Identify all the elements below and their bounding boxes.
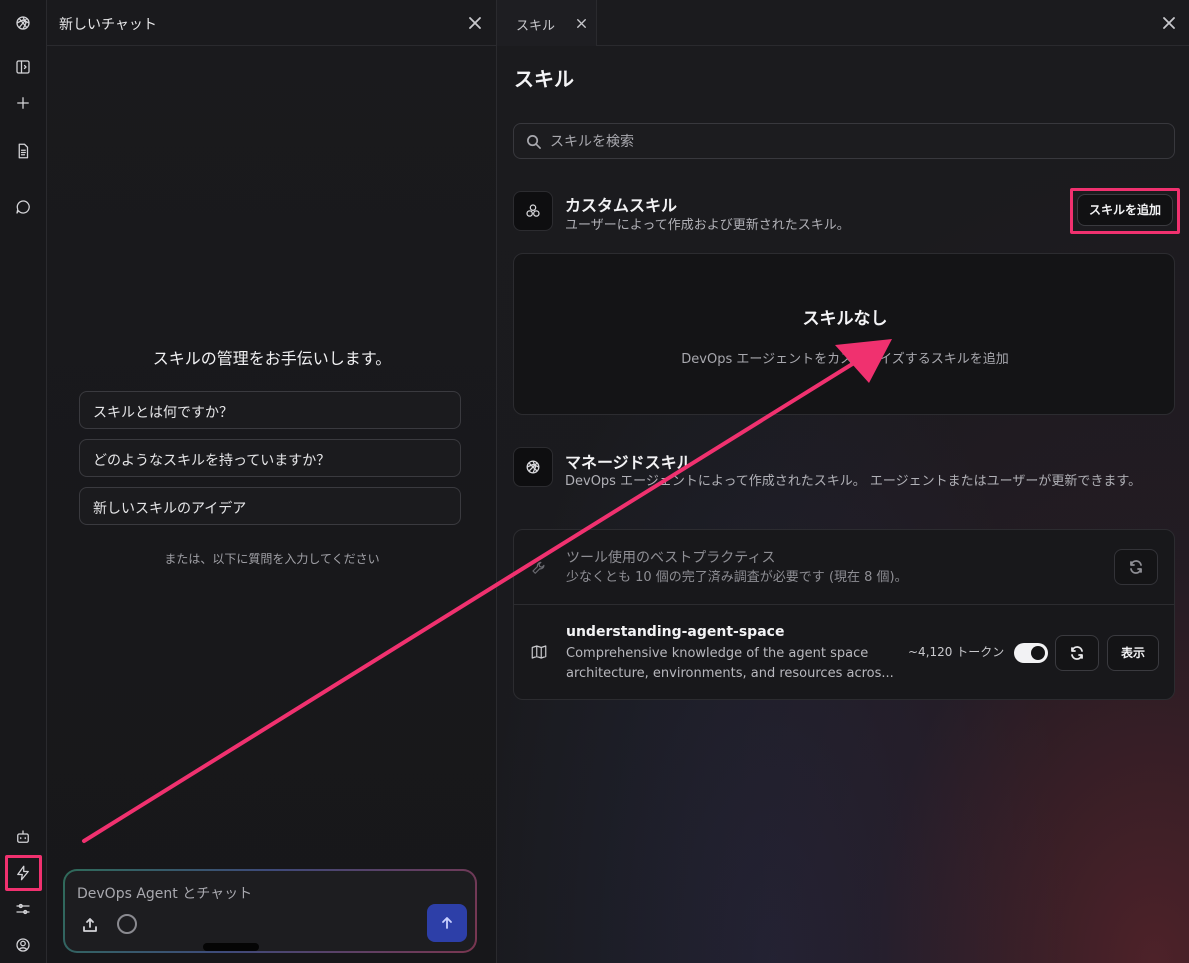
custom-skills-title: カスタムスキル [565, 196, 678, 215]
refresh-button[interactable] [1055, 635, 1099, 671]
tab-close-icon[interactable] [574, 15, 588, 31]
chat-bubble-icon[interactable] [11, 195, 35, 219]
chat-or-text: または、以下に質問を入力してください [164, 552, 380, 566]
list-item: understanding-agent-space Comprehensive … [514, 605, 1174, 699]
chat-header: 新しいチャット [47, 0, 497, 46]
no-skills-title: スキルなし [802, 309, 888, 329]
list-item: ツール使用のベストプラクティス 少なくとも 10 個の完了済み調査が必要です (… [514, 530, 1174, 605]
search-icon [527, 135, 541, 149]
user-circle-icon[interactable] [11, 933, 35, 957]
managed-skills-title: マネージドスキル [565, 453, 693, 472]
map-icon [528, 641, 550, 663]
suggestion-what-skills[interactable]: どのようなスキルを持っていますか？ [79, 439, 461, 477]
suggestion-new-skill-ideas[interactable]: 新しいスキルのアイデア [79, 487, 461, 525]
logo-icon[interactable] [11, 11, 35, 35]
managed-skills-description: DevOps エージェントによって作成されたスキル。 エージェントまたはユーザー… [565, 474, 1142, 489]
refresh-button-disabled[interactable] [1114, 549, 1158, 585]
managed-skills-list: ツール使用のベストプラクティス 少なくとも 10 個の完了済み調査が必要です (… [513, 529, 1175, 700]
resize-handle[interactable] [203, 943, 259, 951]
chat-title: 新しいチャット [59, 17, 157, 33]
refresh-icon [1071, 646, 1083, 660]
lightning-icon[interactable] [11, 861, 35, 885]
panel-close-icon[interactable] [1160, 14, 1178, 32]
skills-panel: スキル スキル カスタムスキル ユーザーによって作成および更新されたスキル。 ス… [497, 0, 1189, 963]
page-title: スキル [514, 67, 574, 91]
custom-skills-description: ユーザーによって作成および更新されたスキル。 [565, 218, 850, 233]
wrench-icon [528, 557, 550, 579]
skills-tab-bar: スキル [497, 0, 1189, 46]
plus-icon[interactable] [11, 91, 35, 115]
upload-icon[interactable] [79, 914, 101, 936]
chat-composer [63, 869, 477, 953]
add-skill-button[interactable]: スキルを追加 [1077, 194, 1173, 226]
tab-skills[interactable]: スキル [497, 0, 597, 46]
managed-skills-icon [513, 447, 553, 487]
view-button[interactable]: 表示 [1107, 635, 1159, 671]
sidebar-toggle-icon[interactable] [11, 55, 35, 79]
sliders-icon[interactable] [11, 897, 35, 921]
left-rail [0, 0, 47, 963]
search-box [513, 123, 1175, 159]
chat-composer-inner [65, 871, 475, 951]
custom-skills-icon [513, 191, 553, 231]
chat-greeting: スキルの管理をお手伝いします。 [152, 349, 392, 368]
chat-input[interactable] [77, 884, 407, 904]
chat-panel: 新しいチャット スキルの管理をお手伝いします。 スキルとは何ですか？ どのような… [47, 0, 497, 963]
token-count: ~4,120 トークン [908, 645, 1005, 659]
no-skills-description: DevOps エージェントをカスタマイズするスキルを追加 [681, 352, 1009, 367]
suggestion-what-is-skill[interactable]: スキルとは何ですか？ [79, 391, 461, 429]
document-icon[interactable] [11, 139, 35, 163]
toggle-knob [1031, 646, 1045, 660]
send-button[interactable] [427, 904, 467, 942]
status-ring-icon [117, 914, 137, 934]
row-description: 少なくとも 10 個の完了済み調査が必要です (現在 8 個)。 [566, 570, 908, 585]
tab-skills-label: スキル [516, 19, 556, 34]
no-skills-card: スキルなし DevOps エージェントをカスタマイズするスキルを追加 [513, 253, 1175, 415]
row-title: ツール使用のベストプラクティス [566, 550, 776, 566]
robot-icon[interactable] [11, 825, 35, 849]
row-description: Comprehensive knowledge of the agent spa… [566, 646, 894, 681]
skill-enabled-toggle[interactable] [1014, 643, 1048, 663]
chat-close-icon[interactable] [466, 14, 484, 32]
row-title: understanding-agent-space [566, 624, 785, 640]
arrow-up-icon [442, 917, 452, 929]
search-input[interactable] [550, 132, 1150, 152]
refresh-icon [1130, 560, 1142, 574]
